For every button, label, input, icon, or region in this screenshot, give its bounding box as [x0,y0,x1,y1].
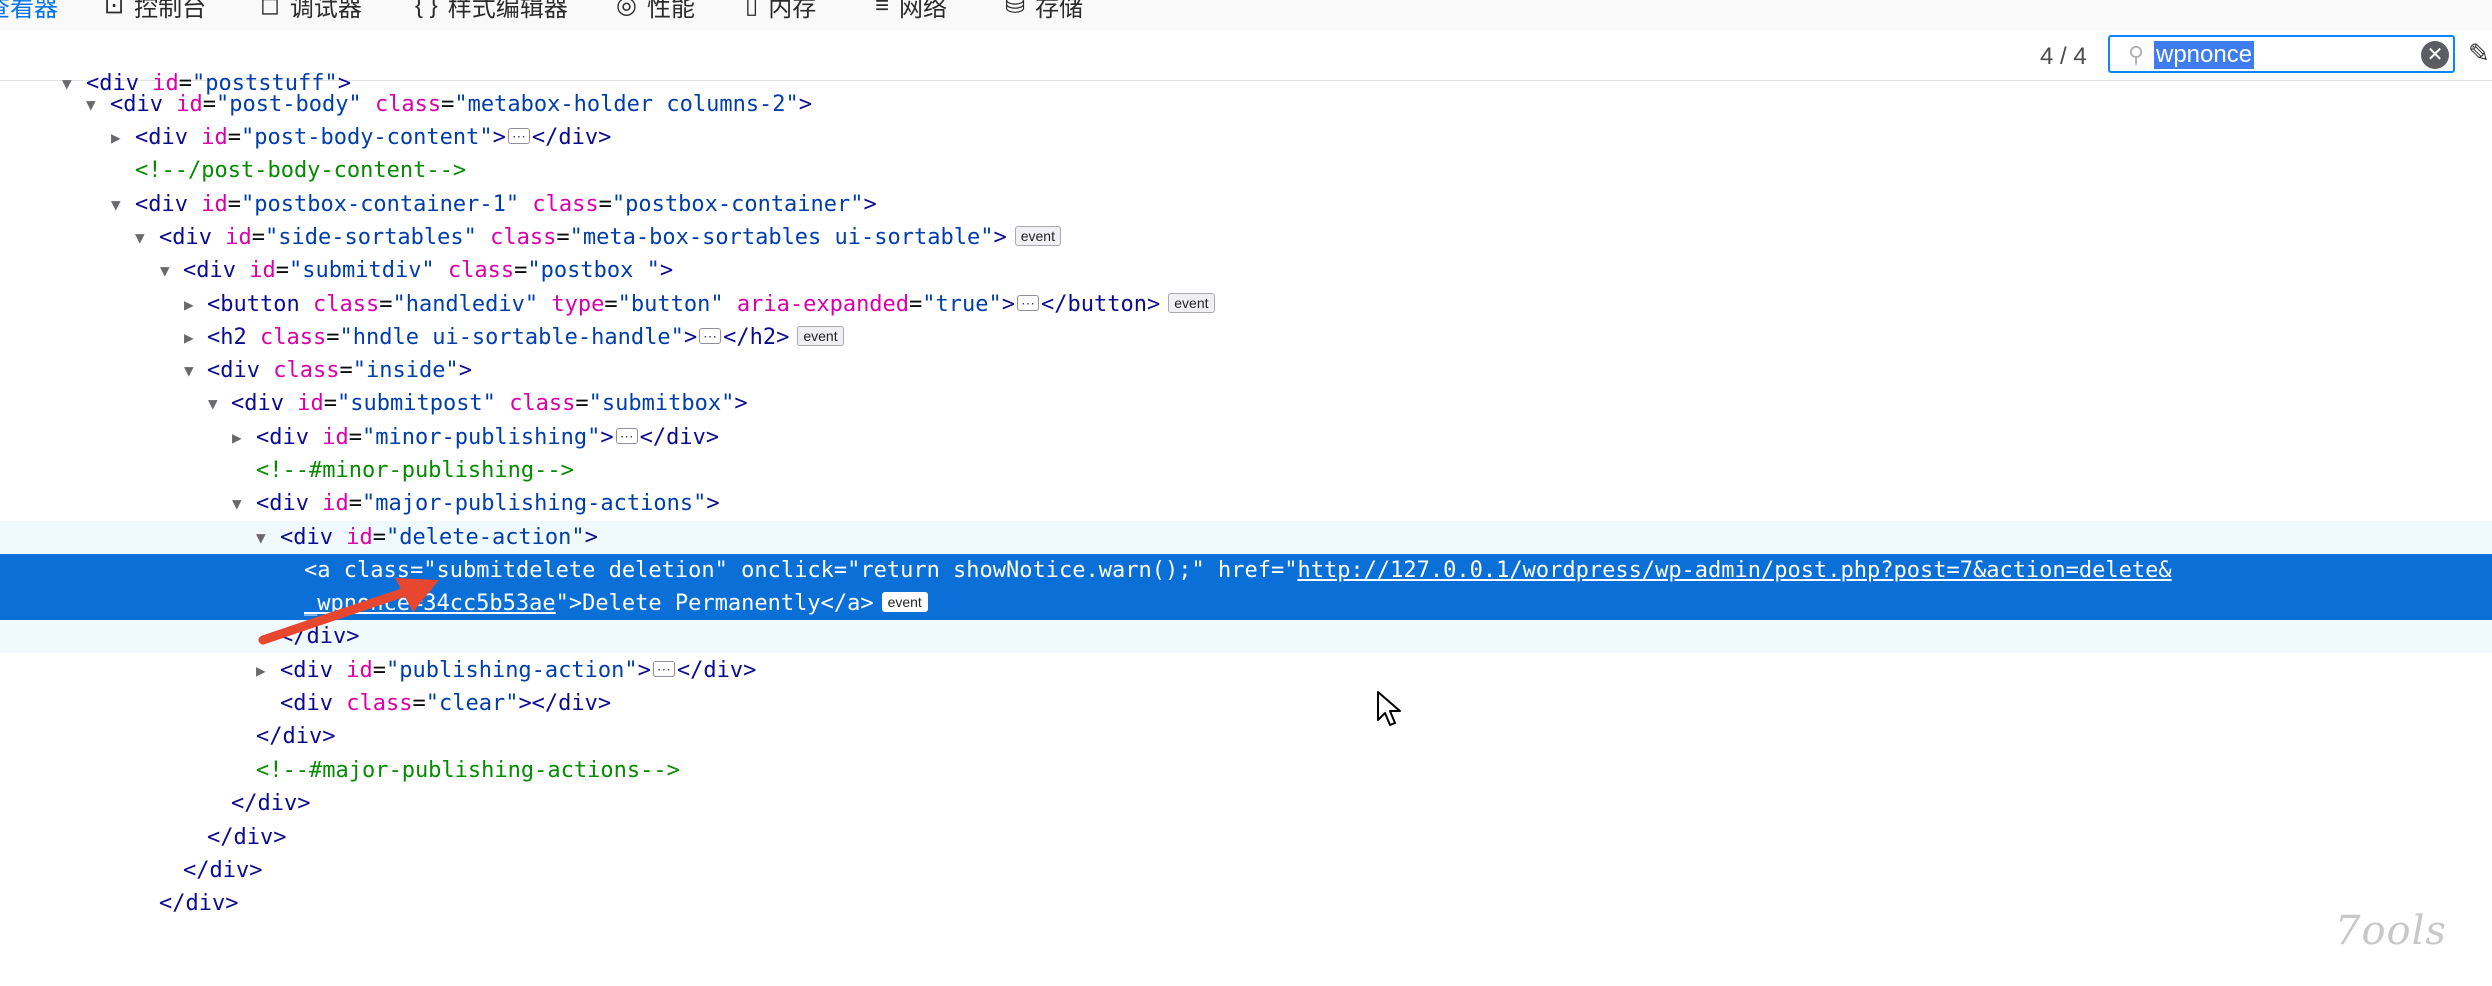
tree-node[interactable]: <!--#minor-publishing--> [0,454,2492,487]
tree-node[interactable]: ▼ <div id="major-publishing-actions"> [0,487,2492,520]
collapsed-ellipsis[interactable]: ⋯ [1017,295,1040,311]
collapsed-ellipsis[interactable]: ⋯ [652,661,675,677]
tree-node[interactable]: <div class="clear"></div> [0,687,2492,720]
watermark: 7ools [2335,908,2447,954]
href-link[interactable]: http://127.0.0.1/wordpress/wp-admin/post… [1297,558,2171,583]
tab-debugger[interactable]: ◻ 调试器 [260,0,362,23]
tree-node[interactable]: </div> [0,821,2492,854]
tree-node[interactable]: </div> [0,720,2492,753]
collapsed-twisty-icon[interactable]: ▶ [256,654,266,687]
expanded-twisty-icon[interactable]: ▼ [135,221,145,254]
tree-node[interactable]: </div> [0,854,2492,887]
storage-icon: ⛁ [1005,0,1026,19]
clear-icon[interactable]: ✕ [2421,41,2449,69]
event-badge[interactable]: event [881,592,928,612]
collapsed-ellipsis[interactable]: ⋯ [615,428,638,444]
tree-node[interactable]: ▼ <div id="postbox-container-1" class="p… [0,188,2492,221]
collapsed-twisty-icon[interactable]: ▶ [184,288,194,321]
tab-network[interactable]: ≡ 网络 [875,0,947,23]
event-badge[interactable]: event [1168,293,1215,313]
performance-icon: ◎ [616,0,637,19]
tree-node[interactable]: ▼ <div id="post-body" class="metabox-hol… [0,88,2492,121]
tab-storage[interactable]: ⛁ 存储 [1005,0,1083,23]
search-query-text[interactable]: wpnonce [2154,41,2255,69]
event-badge[interactable]: event [1014,226,1061,246]
expanded-twisty-icon[interactable]: ▼ [256,521,266,554]
tree-node[interactable]: </div> [0,787,2492,820]
tree-node[interactable]: ▶ <h2 class="hndle ui-sortable-handle"> ⋯… [0,321,2492,354]
expanded-twisty-icon[interactable]: ▼ [160,254,170,287]
tree-node[interactable]: ▶ <div id="minor-publishing"> ⋯ </div> [0,421,2492,454]
expanded-twisty-icon[interactable]: ▼ [208,387,218,420]
collapsed-twisty-icon[interactable]: ▶ [184,321,194,354]
tab-performance[interactable]: ◎ 性能 [616,0,695,23]
collapsed-twisty-icon[interactable]: ▶ [111,121,121,154]
expanded-twisty-icon[interactable]: ▼ [232,487,242,520]
eyedropper-icon[interactable]: ✎ [2468,38,2490,69]
console-icon: ⊡ [104,0,125,19]
tree-node-hovered[interactable]: ▼ <div id="delete-action"> [0,521,2492,554]
search-icon: ⚲ [2128,42,2145,67]
mouse-cursor-icon [1377,691,1401,726]
event-badge[interactable]: event [797,326,844,346]
annotation-arrow [258,578,439,645]
tab-memory[interactable]: ▯ 内存 [745,0,816,23]
expanded-twisty-icon[interactable]: ▼ [111,188,121,221]
tree-node[interactable]: <!--#major-publishing-actions--> [0,754,2492,787]
collapsed-twisty-icon[interactable]: ▶ [232,421,242,454]
network-icon: ≡ [875,0,890,19]
style-editor-icon: { } [415,0,438,19]
tab-style-editor[interactable]: { } 样式编辑器 [415,0,568,23]
tab-console[interactable]: ⊡ 控制台 [104,0,206,23]
tree-node[interactable]: ▶ <button class="handlediv" type="button… [0,288,2492,321]
expanded-twisty-icon[interactable]: ▼ [184,354,194,387]
tree-node[interactable]: ▶ <div id="publishing-action"> ⋯ </div> [0,654,2492,687]
tree-node[interactable]: ▼ <div id="submitpost" class="submitbox"… [0,387,2492,420]
collapsed-ellipsis[interactable]: ⋯ [699,328,722,344]
tree-node[interactable]: ▼ <div class="inside"> [0,354,2492,387]
expanded-twisty-icon[interactable]: ▼ [86,88,96,121]
memory-icon: ▯ [745,0,759,19]
tree-node[interactable]: <!--/post-body-content--> [0,154,2492,187]
tree-node[interactable]: ▼ <div id="side-sortables" class="meta-b… [0,221,2492,254]
tree-node[interactable]: ▶ <div id="post-body-content"> ⋯ </div> [0,121,2492,154]
tree-node[interactable]: </div> [0,887,2492,920]
debugger-icon: ◻ [260,0,280,19]
tab-inspector[interactable]: 查看器 [0,0,58,23]
collapsed-ellipsis[interactable]: ⋯ [507,128,530,144]
devtools-toolbar: 查看器 ⊡ 控制台 ◻ 调试器 { } 样式编辑器 ◎ 性能 ▯ 内存 ≡ 网络… [0,0,2492,31]
tree-node[interactable]: ▼ <div id="submitdiv" class="postbox "> [0,254,2492,287]
